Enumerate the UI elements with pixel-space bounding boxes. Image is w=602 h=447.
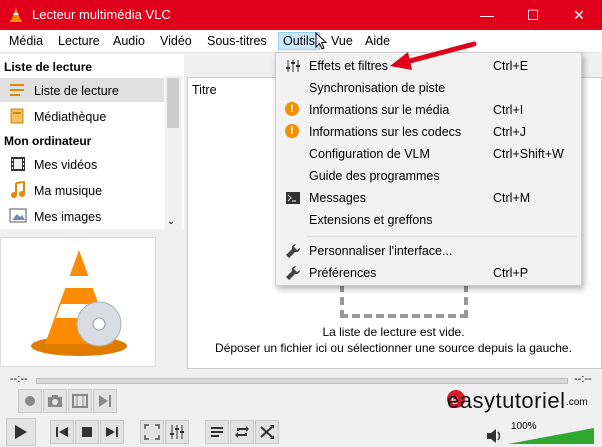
menu-item-shortcut: Ctrl+E [493,59,529,73]
image-icon [9,208,27,223]
frame-step-button[interactable] [93,389,117,413]
time-total: --:-- [574,373,592,385]
menu-vue[interactable]: Vue [327,33,357,49]
watermark-suffix: .com [566,397,588,408]
menu-outils[interactable]: Outils [278,32,320,50]
next-button[interactable] [100,420,124,444]
film-icon [11,157,25,171]
menu-bar: Média Lecture Audio Vidéo Sous-titres Ou… [0,30,602,53]
record-button[interactable] [18,389,42,413]
album-art-panel [0,237,156,367]
next-icon [106,427,118,437]
empty-playlist-hint: Déposer un fichier ici ou sélectionner u… [215,341,572,355]
title-bar: Lecteur multimédia VLC — ☐ ✕ [0,0,602,30]
menu-item-label: Configuration de VLM [309,147,430,161]
shuffle-icon [260,425,274,439]
computer-section-title: Mon ordinateur [4,134,92,148]
menu-video[interactable]: Vidéo [156,33,196,49]
menu-item-label: Messages [309,191,366,205]
watermark-brand: easytutoriel [447,388,566,413]
loop-icon [235,426,249,438]
menu-item-label: Personnaliser l'interface... [309,244,453,258]
menu-media[interactable]: Média [5,33,47,49]
menu-item-shortcut: Ctrl+P [493,266,529,280]
loop-ab-button[interactable] [68,389,92,413]
music-note-icon [11,181,25,198]
empty-playlist-message: La liste de lecture est vide. [322,325,465,339]
play-button[interactable] [6,418,36,446]
playlist-icon [211,427,223,437]
stop-button[interactable] [75,420,99,444]
sidebar-item-label: Ma musique [34,184,103,198]
menu-item-shortcut: Ctrl+J [493,125,526,139]
sidebar-item-label: Liste de lecture [34,84,119,98]
loop-ab-icon [72,394,88,408]
wrench-icon [286,243,301,258]
wrench-icon [286,265,301,280]
close-button[interactable]: ✕ [556,0,602,30]
record-icon [25,396,35,406]
volume-speaker-icon[interactable] [486,428,504,444]
menu-lecture[interactable]: Lecture [54,33,104,49]
sidebar-scroll-thumb[interactable] [167,78,179,128]
fullscreen-button[interactable] [140,420,164,444]
volume-slider[interactable] [508,428,594,444]
loop-button[interactable] [230,420,254,444]
menu-separator [307,236,577,237]
shuffle-button[interactable] [255,420,279,444]
menu-item-shortcut: Ctrl+M [493,191,531,205]
menu-item-label: Informations sur les codecs [309,125,462,139]
extended-settings-button[interactable] [165,420,189,444]
equalizer-icon [286,60,300,72]
time-elapsed: --:-- [10,373,28,385]
window-title: Lecteur multimédia VLC [32,7,171,22]
sidebar-item-label: Médiathèque [34,110,107,124]
menu-item-label: Synchronisation de piste [309,81,446,95]
info-icon: ! [285,102,299,116]
fullscreen-icon [144,424,160,440]
scroll-down-icon[interactable]: ⌄ [167,216,175,227]
vlc-cone-art-icon [31,250,127,356]
play-icon [15,425,27,439]
equalizer-icon [170,425,184,439]
menu-item-label: Informations sur le média [309,103,450,117]
maximize-button[interactable]: ☐ [510,0,556,30]
menu-item-shortcut: Ctrl+Shift+W [493,147,564,161]
snapshot-button[interactable] [43,389,67,413]
menu-item-label: Guide des programmes [309,169,440,183]
sidebar-item-label: Mes vidéos [34,158,98,172]
info-icon: ! [285,124,299,138]
seek-slider[interactable] [36,378,568,384]
annotation-arrow-icon [390,41,477,70]
menu-item-label: Effets et filtres [309,59,388,73]
playlist-section-title: Liste de lecture [4,60,93,74]
column-title-header[interactable]: Titre [192,83,217,97]
previous-button[interactable] [50,420,74,444]
sidebar-item-label: Mes images [34,210,102,224]
menu-audio[interactable]: Audio [109,33,149,49]
menu-sous-titres[interactable]: Sous-titres [203,33,271,49]
playlist-icon [10,84,24,96]
mouse-cursor-icon [315,32,327,50]
minimize-button[interactable]: — [464,0,510,30]
frame-step-icon [99,395,111,407]
vlc-cone-icon [10,8,22,22]
playlist-toggle-button[interactable] [205,420,229,444]
drop-zone-icon [340,284,468,318]
camera-icon [48,395,62,407]
library-icon [10,108,24,124]
menu-item-label: Préférences [309,266,377,280]
previous-icon [56,427,68,437]
menu-item-shortcut: Ctrl+I [493,103,524,117]
menu-item-label: Extensions et greffons [309,213,433,227]
stop-icon [82,427,92,437]
terminal-icon [286,192,300,204]
